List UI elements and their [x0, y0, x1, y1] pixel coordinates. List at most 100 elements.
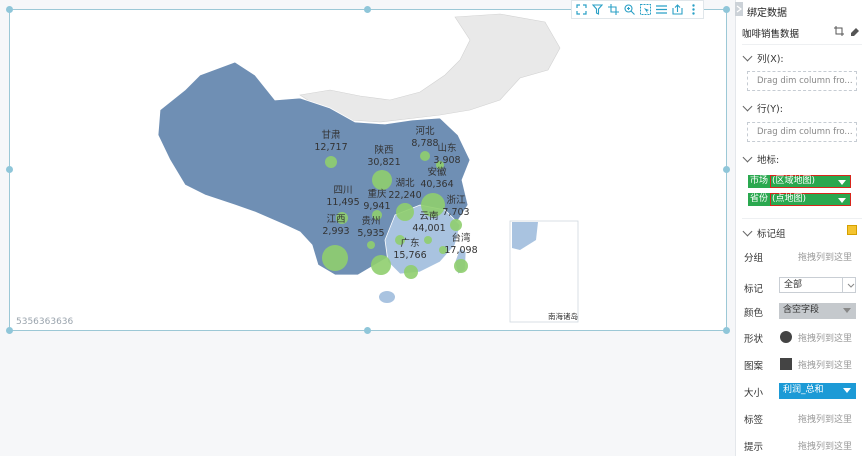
columns-drop-zone[interactable]: Drag dim column fro...: [747, 71, 857, 91]
rows-drop-zone[interactable]: Drag dim column fro...: [747, 122, 857, 142]
resize-handle-ml[interactable]: [6, 166, 13, 173]
size-field-select[interactable]: 利润_总和: [779, 383, 856, 399]
region-value-label: 8,788: [411, 138, 438, 149]
divider: [742, 44, 862, 45]
geo-type-dropdown[interactable]: (点地图): [770, 193, 852, 206]
region-name-label: 江西: [326, 214, 345, 225]
region-value-label: 40,364: [420, 179, 453, 190]
change-dataset-icon[interactable]: [834, 26, 844, 40]
tooltip-drop-zone[interactable]: 拖拽列到这里: [798, 439, 852, 452]
region-name-label: 山东: [437, 142, 456, 154]
chart-id-text: 5356363636: [16, 317, 74, 327]
mark-label: 标记: [744, 284, 764, 295]
size-label: 大小: [744, 388, 764, 399]
shape-swatch-icon[interactable]: [780, 331, 792, 343]
eraser-icon[interactable]: [850, 26, 860, 40]
inset-label: 南海诸岛: [548, 311, 578, 321]
region-name-label: 贵州: [361, 215, 380, 227]
pattern-swatch-icon[interactable]: [780, 358, 792, 370]
more-icon[interactable]: [687, 3, 700, 16]
caret-down-icon: [838, 180, 847, 185]
bubble-jiangxi: [424, 236, 432, 244]
region-value-label: 5,935: [357, 228, 384, 239]
region-value-label: 9,941: [363, 201, 390, 212]
dataset-name[interactable]: 咖啡销售数据: [742, 26, 799, 40]
divider: [742, 218, 862, 219]
resize-handle-br[interactable]: [723, 327, 730, 334]
bubble-guangdong: [404, 265, 418, 279]
mark-type-select[interactable]: 全部: [779, 277, 856, 293]
geo-field-market[interactable]: 市场 (区域地图): [748, 175, 852, 188]
dataset-row: 咖啡销售数据: [742, 26, 860, 40]
geo-section[interactable]: 地标:: [742, 152, 779, 166]
shape-label: 形状: [744, 334, 764, 345]
resize-handle-bl[interactable]: [6, 327, 13, 334]
caret-down-icon: [838, 198, 847, 203]
filter-icon[interactable]: [591, 3, 604, 16]
region-value-label: 11,495: [326, 197, 359, 208]
map-region-north-gray: [299, 13, 561, 123]
region-name-label: 广东: [400, 237, 419, 249]
region-value-label: 15,766: [393, 250, 426, 261]
collapse-panel-button[interactable]: [735, 2, 743, 16]
chevron-right-icon: [736, 5, 742, 13]
bubble-gansu: [325, 156, 337, 168]
bubble-shaanxi: [372, 170, 392, 190]
pattern-drop-zone[interactable]: 拖拽列到这里: [798, 358, 852, 371]
region-name-label: 安徽: [427, 166, 447, 178]
marks-section[interactable]: 标记组: [742, 226, 786, 240]
region-value-label: 30,821: [367, 157, 400, 168]
map-region-hainan: [379, 291, 395, 303]
resize-handle-tr[interactable]: [723, 6, 730, 13]
chart-toolbar: [571, 0, 704, 19]
fullscreen-icon[interactable]: [575, 3, 588, 16]
lock-icon[interactable]: [847, 225, 857, 235]
tag-drop-zone[interactable]: 拖拽列到这里: [798, 412, 852, 425]
region-value-label: 44,001: [412, 223, 445, 234]
region-name-label: 重庆: [367, 188, 387, 200]
chevron-down-icon: [742, 226, 753, 237]
color-field-select[interactable]: 含空字段: [779, 303, 856, 319]
zoom-in-icon[interactable]: [623, 3, 636, 16]
canvas-area: 甘肃 12,717 陕西 30,821 河北 8,788 山东 3,908 四川 11,495 湖北…: [0, 0, 735, 456]
export-icon[interactable]: [671, 3, 684, 16]
binding-panel: 绑定数据 咖啡销售数据 列(X): Drag dim column fro...…: [735, 0, 866, 456]
region-name-label: 湖北: [395, 178, 415, 189]
region-name-label: 浙江: [446, 194, 466, 206]
region-name-label: 甘肃: [321, 129, 340, 141]
resize-handle-mr[interactable]: [723, 166, 730, 173]
bubble-hubei: [396, 203, 414, 221]
resize-handle-tm[interactable]: [364, 6, 371, 13]
bubble-hebei: [420, 151, 430, 161]
resize-handle-bm[interactable]: [364, 327, 371, 334]
list-icon[interactable]: [655, 3, 668, 16]
region-value-label: 2,993: [322, 226, 349, 237]
tag-label: 标签: [744, 415, 764, 426]
panel-title: 绑定数据: [747, 8, 787, 19]
chevron-down-icon: [847, 283, 855, 288]
geo-type-dropdown[interactable]: (区域地图): [770, 175, 852, 188]
caret-down-icon: [843, 308, 851, 313]
pattern-label: 图案: [744, 361, 764, 372]
bubble-yunnan2: [371, 255, 391, 275]
region-value-label: 7,703: [442, 207, 469, 218]
bubble-taiwan: [454, 259, 468, 273]
columns-section[interactable]: 列(X):: [742, 51, 784, 65]
region-name-label: 陕西: [374, 144, 393, 156]
geo-field-province[interactable]: 省份 (点地图): [748, 193, 852, 206]
crop-icon[interactable]: [607, 3, 620, 16]
region-name-label: 河北: [415, 125, 435, 137]
bubble-guizhou: [367, 241, 375, 249]
region-name-label: 台湾: [451, 232, 471, 244]
group-drop-zone[interactable]: 拖拽列到这里: [798, 250, 852, 263]
rows-section[interactable]: 行(Y):: [742, 101, 783, 115]
select-icon[interactable]: [639, 3, 652, 16]
tooltip-label: 提示: [744, 442, 764, 453]
region-value-label: 17,098: [444, 245, 477, 256]
region-value-label: 12,717: [314, 142, 347, 153]
region-name-label: 云南: [419, 210, 438, 222]
caret-down-icon: [843, 388, 851, 393]
chevron-down-icon: [742, 152, 753, 163]
shape-drop-zone[interactable]: 拖拽列到这里: [798, 331, 852, 344]
resize-handle-tl[interactable]: [6, 6, 13, 13]
